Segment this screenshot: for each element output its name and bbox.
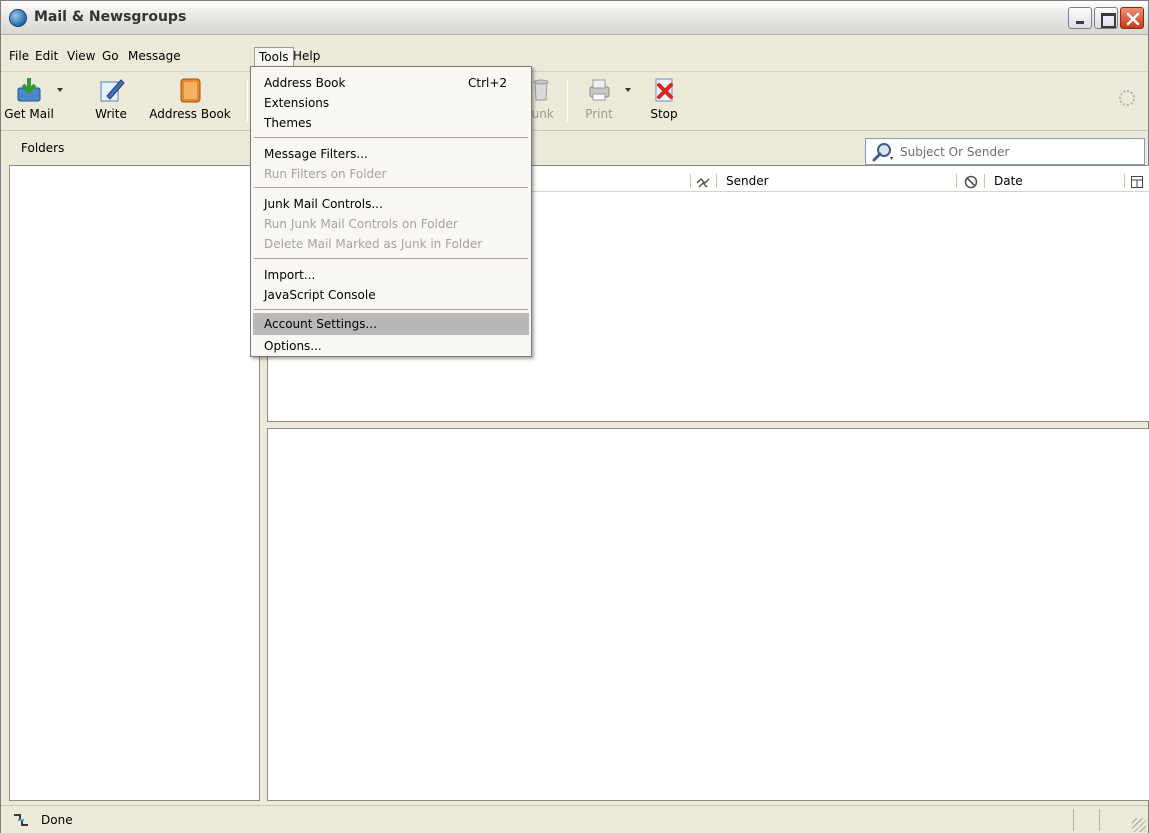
column-picker-icon[interactable]: [1130, 174, 1144, 190]
menu-help[interactable]: Help: [289, 47, 324, 66]
search-icon[interactable]: [870, 142, 896, 162]
resize-grip-icon[interactable]: [1132, 818, 1146, 832]
column-separator: [984, 174, 985, 188]
menu-item-extensions[interactable]: Extensions: [253, 92, 529, 114]
menu-item-javascript-console[interactable]: JavaScript Console: [253, 284, 529, 306]
menu-separator: [254, 137, 528, 138]
tools-menu: Address Book Ctrl+2 Extensions Themes Me…: [250, 66, 532, 357]
column-separator: [1124, 174, 1125, 188]
menu-edit[interactable]: Edit: [31, 47, 62, 66]
minimize-button[interactable]: [1068, 7, 1092, 29]
column-separator: [716, 174, 717, 188]
main-toolbar: Get Mail Write Address Book Junk Print S…: [1, 71, 1148, 131]
offline-status-icon[interactable]: [11, 811, 31, 829]
menu-separator: [254, 309, 528, 310]
print-label: Print: [585, 107, 613, 121]
column-separator: [690, 174, 691, 188]
search-input[interactable]: [900, 142, 1140, 162]
mail-window: Mail & Newsgroups File Edit View Go Mess…: [0, 0, 1149, 833]
menu-file[interactable]: File: [5, 47, 33, 66]
search-box[interactable]: [865, 138, 1145, 165]
get-mail-icon: [17, 78, 41, 102]
menu-item-themes[interactable]: Themes: [253, 112, 529, 134]
get-mail-label: Get Mail: [4, 107, 54, 121]
menu-item-run-filters[interactable]: Run Filters on Folder: [253, 163, 529, 185]
menu-item-junk-mail-controls[interactable]: Junk Mail Controls...: [253, 193, 529, 215]
address-book-icon: [180, 78, 201, 103]
mail-app-icon: [9, 9, 27, 27]
menu-view[interactable]: View: [63, 47, 99, 66]
menu-separator: [254, 258, 528, 259]
toolbar-separator: [567, 80, 568, 122]
menu-item-address-book[interactable]: Address Book Ctrl+2: [253, 72, 529, 94]
date-column-header[interactable]: Date: [994, 173, 1023, 189]
status-text: Done: [41, 813, 73, 827]
status-cell: [1073, 809, 1093, 831]
write-button[interactable]: Write: [89, 76, 133, 121]
message-preview-pane[interactable]: [267, 428, 1149, 801]
menu-item-run-junk-controls[interactable]: Run Junk Mail Controls on Folder: [253, 213, 529, 235]
window-title: Mail & Newsgroups: [34, 9, 187, 25]
address-book-button[interactable]: Address Book: [145, 76, 235, 121]
menu-tools[interactable]: Tools: [254, 47, 294, 66]
title-bar[interactable]: Mail & Newsgroups: [1, 1, 1148, 35]
stop-icon: [655, 78, 673, 102]
menu-go[interactable]: Go: [98, 47, 123, 66]
menu-message[interactable]: Message: [124, 47, 185, 66]
maximize-button[interactable]: [1094, 7, 1118, 29]
get-mail-dropdown-icon[interactable]: [57, 88, 63, 92]
menu-item-import[interactable]: Import...: [253, 264, 529, 286]
menu-item-delete-junk[interactable]: Delete Mail Marked as Junk in Folder: [253, 233, 529, 255]
folders-header: Folders: [9, 134, 260, 162]
menu-item-options[interactable]: Options...: [253, 335, 529, 357]
stop-button[interactable]: Stop: [644, 76, 684, 121]
get-mail-button[interactable]: Get Mail: [3, 76, 55, 121]
status-bar: Done: [1, 805, 1148, 833]
menu-item-shortcut: Ctrl+2: [468, 76, 508, 90]
address-book-label: Address Book: [149, 107, 231, 121]
menu-separator: [254, 187, 528, 188]
close-button[interactable]: [1120, 7, 1144, 29]
menu-bar: File Edit View Go Message Tools Help: [1, 45, 1148, 67]
print-button[interactable]: Print: [579, 76, 619, 121]
write-label: Write: [95, 107, 127, 121]
menu-item-message-filters[interactable]: Message Filters...: [253, 143, 529, 165]
folder-pane[interactable]: [9, 165, 260, 801]
junk-status-column-icon[interactable]: [964, 174, 978, 190]
activity-throbber-icon: [1119, 90, 1135, 106]
toolbar-separator: [247, 80, 248, 122]
close-icon: [1126, 12, 1140, 26]
menu-item-account-settings[interactable]: Account Settings...: [253, 313, 529, 335]
stop-label: Stop: [650, 107, 678, 121]
write-icon: [100, 79, 125, 102]
printer-icon: [589, 79, 610, 101]
thread-column-icon[interactable]: [696, 175, 712, 191]
column-separator: [956, 174, 957, 188]
status-cell: [1099, 809, 1119, 831]
print-dropdown-icon[interactable]: [625, 88, 631, 92]
menu-item-label: Address Book: [264, 76, 346, 90]
sender-column-header[interactable]: Sender: [726, 173, 769, 189]
